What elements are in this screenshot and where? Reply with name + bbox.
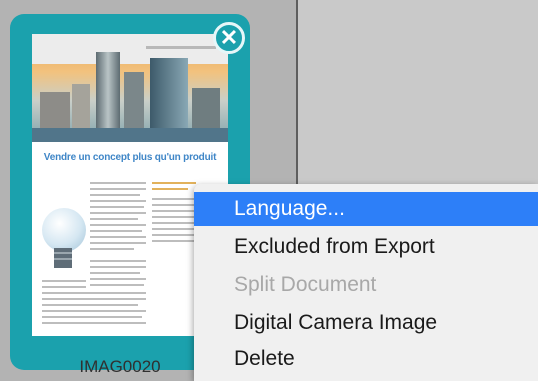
- close-x-glyph: ✕: [219, 25, 239, 50]
- menu-item-digital-camera-image[interactable]: Digital Camera Image: [194, 306, 538, 340]
- menu-item-language[interactable]: Language...: [194, 192, 538, 226]
- lightbulb-base: [54, 248, 72, 268]
- menu-item-delete[interactable]: Delete: [194, 342, 538, 376]
- menu-item-excluded-from-export[interactable]: Excluded from Export: [194, 230, 538, 264]
- context-menu: Language... Excluded from Export Split D…: [194, 184, 538, 381]
- cityscape-photo: [32, 34, 228, 142]
- close-icon[interactable]: ✕: [213, 22, 245, 54]
- menu-item-split-document: Split Document: [234, 273, 377, 296]
- page-headline: Vendre un concept plus qu'un produit: [43, 152, 217, 163]
- thumbnail-filename: IMAG0020: [79, 357, 161, 376]
- lightbulb-icon: [42, 208, 86, 252]
